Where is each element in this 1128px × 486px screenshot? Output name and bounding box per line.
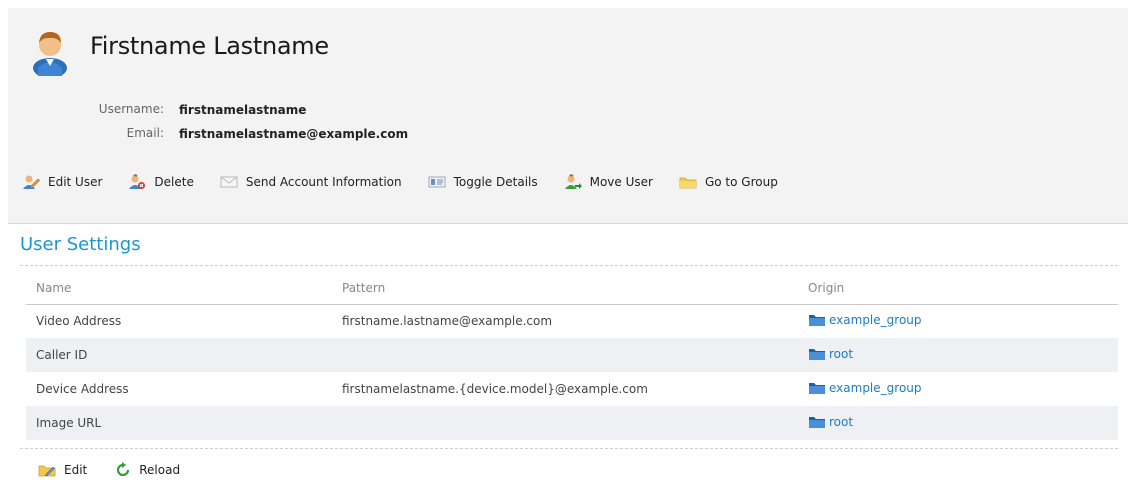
- origin-link[interactable]: example_group: [808, 381, 922, 395]
- envelope-icon: [220, 176, 238, 188]
- settings-footer-toolbar: Edit Reload: [38, 462, 208, 478]
- move-user-label: Move User: [589, 175, 653, 189]
- username-label-cell: Username:: [92, 102, 164, 118]
- table-row[interactable]: Device Address firstnamelastname.{device…: [26, 372, 1118, 406]
- setting-pattern: firstnamelastname.{device.model}@example…: [342, 382, 648, 396]
- edit-settings-label: Edit: [64, 463, 88, 477]
- user-settings-table: Name Pattern Origin Video Address firstn…: [26, 272, 1118, 440]
- username-value: firstnamelastname: [179, 103, 307, 117]
- origin-link[interactable]: root: [808, 347, 853, 361]
- folder-icon: [809, 382, 825, 394]
- folder-icon: [679, 177, 697, 189]
- setting-name: Device Address: [36, 382, 129, 396]
- section-divider-bottom: [20, 448, 1118, 449]
- go-to-group-button[interactable]: Go to Group: [679, 175, 778, 189]
- setting-pattern: [332, 406, 798, 440]
- reload-icon: [117, 462, 130, 477]
- reload-label: Reload: [139, 463, 181, 477]
- table-row[interactable]: Caller ID root: [26, 338, 1118, 372]
- edit-user-icon: [23, 175, 40, 189]
- origin-label: root: [829, 414, 854, 429]
- username-label: Username:: [98, 102, 164, 116]
- setting-origin-cell: example_group: [798, 304, 1118, 338]
- user-actions-toolbar: Edit User Delete Send Account Informatio…: [22, 174, 804, 190]
- setting-origin-cell: root: [798, 406, 1118, 440]
- folder-icon: [809, 314, 825, 326]
- setting-name: Image URL: [26, 406, 332, 440]
- delete-user-icon: [129, 174, 146, 189]
- delete-user-label: Delete: [154, 175, 194, 189]
- column-header-name[interactable]: Name: [26, 272, 332, 305]
- setting-pattern: [332, 338, 798, 372]
- origin-label: example_group: [829, 312, 922, 327]
- column-header-origin[interactable]: Origin: [798, 272, 1118, 305]
- move-user-button[interactable]: Move User: [564, 174, 653, 190]
- send-account-information-label: Send Account Information: [245, 175, 402, 189]
- edit-folder-icon: [38, 465, 56, 477]
- delete-user-button[interactable]: Delete: [128, 174, 194, 190]
- table-row[interactable]: Image URL root: [26, 406, 1118, 440]
- user-header-panel: Firstname Lastname Username: firstnamela…: [8, 8, 1128, 224]
- origin-label: example_group: [829, 380, 922, 395]
- email-label: Email:: [126, 126, 164, 140]
- origin-label: root: [829, 346, 854, 361]
- origin-link[interactable]: root: [808, 415, 853, 429]
- toggle-details-label: Toggle Details: [453, 175, 538, 189]
- email-label-cell: Email:: [92, 126, 164, 142]
- table-header-row: Name Pattern Origin: [26, 272, 1118, 305]
- edit-user-label: Edit User: [48, 175, 103, 189]
- setting-origin-cell: root: [798, 338, 1118, 372]
- user-settings-title: User Settings: [20, 234, 141, 255]
- origin-link[interactable]: example_group: [808, 313, 922, 327]
- toggle-details-button[interactable]: Toggle Details: [428, 175, 538, 189]
- setting-pattern: firstname.lastname@example.com: [342, 314, 553, 329]
- user-avatar-icon: [33, 32, 67, 76]
- setting-origin-cell: example_group: [798, 372, 1118, 406]
- user-full-name: Firstname Lastname: [90, 32, 329, 60]
- move-user-icon: [564, 174, 582, 189]
- edit-settings-button[interactable]: Edit: [38, 463, 87, 477]
- folder-icon: [809, 416, 825, 428]
- send-account-information-button[interactable]: Send Account Information: [220, 175, 402, 189]
- column-header-pattern[interactable]: Pattern: [332, 272, 798, 305]
- table-row[interactable]: Video Address firstname.lastname@example…: [26, 304, 1118, 338]
- section-divider-top: [20, 265, 1118, 266]
- setting-name: Video Address: [36, 314, 122, 329]
- edit-user-button[interactable]: Edit User: [22, 174, 102, 190]
- reload-button[interactable]: Reload: [115, 462, 180, 478]
- details-card-icon: [428, 176, 446, 188]
- folder-icon: [809, 348, 825, 360]
- go-to-group-label: Go to Group: [704, 175, 778, 189]
- setting-name: Caller ID: [26, 338, 332, 372]
- email-value: firstnamelastname@example.com: [179, 127, 409, 141]
